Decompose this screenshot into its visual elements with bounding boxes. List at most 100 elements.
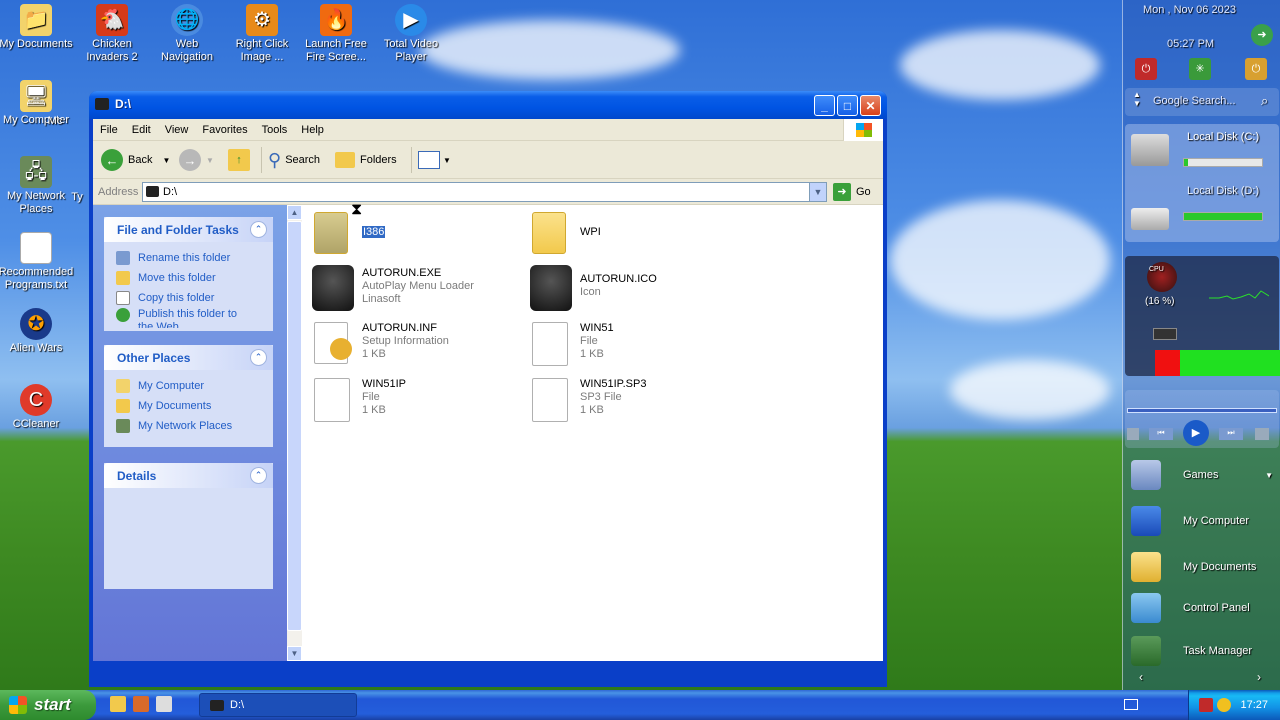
file-item-win51ip-sp3[interactable]: WIN51IP.SP3 SP3 File 1 KB xyxy=(530,376,740,426)
menu-file[interactable]: File xyxy=(93,119,125,138)
other-places-header[interactable]: Other Places ⌃ xyxy=(104,345,273,370)
desktop-icon-chicken-invaders[interactable]: 🐔 Chicken Invaders 2 xyxy=(74,4,150,64)
desktop-icon-right-click-image[interactable]: ⚙ Right Click Image ... xyxy=(224,4,300,64)
file-item-win51ip[interactable]: WIN51IP File 1 KB xyxy=(312,376,522,426)
power-icon[interactable]: ⏻ xyxy=(1135,58,1157,80)
taskbar-window-button[interactable]: D:\ xyxy=(199,693,357,717)
playlist-icon[interactable] xyxy=(1255,428,1269,440)
back-button[interactable]: ← Back ▼ xyxy=(101,147,170,173)
task-label: My Documents xyxy=(138,400,212,412)
autoplay-app-icon xyxy=(312,265,354,311)
file-item-autorun-ico[interactable]: AUTORUN.ICO Icon xyxy=(530,265,740,315)
folders-button[interactable]: Folders xyxy=(335,147,397,173)
file-folder-tasks-header[interactable]: File and Folder Tasks ⌃ xyxy=(104,217,273,242)
play-icon[interactable]: ▶ xyxy=(1183,420,1209,446)
restart-icon[interactable]: ✳ xyxy=(1189,58,1211,80)
file-item-win51[interactable]: WIN51 File 1 KB xyxy=(530,320,740,370)
views-button[interactable]: ▼ xyxy=(411,147,451,173)
drive-icon xyxy=(146,186,159,197)
previous-icon[interactable]: ⏮ xyxy=(1149,428,1173,440)
ram-usage-bar xyxy=(1155,350,1280,376)
seek-bar[interactable] xyxy=(1127,408,1277,413)
sidebar-link-my-computer[interactable]: My Computer xyxy=(1131,501,1277,541)
details-header[interactable]: Details ⌃ xyxy=(104,463,273,488)
arrow-right-icon[interactable]: ➜ xyxy=(1251,24,1273,46)
file-type: SP3 File xyxy=(580,391,622,403)
go-button[interactable]: ➜ Go xyxy=(833,183,871,201)
publish-folder-link[interactable]: Publish this folder to the Web xyxy=(116,308,273,328)
menu-tools[interactable]: Tools xyxy=(255,119,295,138)
sidebar-link-task-manager[interactable]: Task Manager xyxy=(1131,631,1277,671)
address-dropdown-button[interactable]: ▼ xyxy=(809,183,826,201)
desktop-icon-web-navigation[interactable]: 🌐 Web Navigation xyxy=(149,4,225,64)
desktop-icon-total-video-player[interactable]: ▶ Total Video Player xyxy=(373,4,449,64)
desktop-icon-recommended-programs[interactable]: Recommended Programs.txt xyxy=(0,232,74,292)
sidebar: Mon , Nov 06 2023 05:27 PM ➜ ⏻ ✳ ⏻ ▲ ▼ Go… xyxy=(1122,0,1280,690)
scroll-left-icon[interactable]: ‹ xyxy=(1139,670,1143,684)
quicklaunch-folder-icon[interactable] xyxy=(110,696,126,712)
maximize-button[interactable]: □ xyxy=(837,95,858,116)
rename-folder-link[interactable]: Rename this folder xyxy=(116,248,273,268)
desktop-icon-label: Web Navigation xyxy=(161,38,213,63)
sidebar-link-my-documents[interactable]: My Documents xyxy=(1131,547,1277,587)
file-name: I386 xyxy=(362,226,386,238)
file-item-wpi[interactable]: WPI xyxy=(530,210,740,260)
forward-button[interactable]: → ▼ xyxy=(179,147,214,173)
disk-c-usage-bar xyxy=(1183,158,1263,167)
address-input[interactable]: D:\ ▼ xyxy=(142,182,827,202)
messenger-icon[interactable] xyxy=(1217,698,1231,712)
updown-icon[interactable]: ▲ ▼ xyxy=(1133,90,1141,108)
move-folder-link[interactable]: Move this folder xyxy=(116,268,273,288)
other-places-my-computer[interactable]: My Computer xyxy=(116,376,273,396)
sidebar-link-control-panel[interactable]: Control Panel xyxy=(1131,588,1277,628)
security-icon[interactable] xyxy=(1199,698,1213,712)
other-places-my-network-places[interactable]: My Network Places xyxy=(116,416,273,436)
vertical-scrollbar[interactable]: ▲ ▼ xyxy=(287,205,302,661)
title-bar[interactable]: D:\ _ □ ✕ xyxy=(89,91,887,119)
desktop-icon-my-documents[interactable]: 📁 My Documents xyxy=(0,4,74,51)
quicklaunch-app-icon[interactable] xyxy=(133,696,149,712)
collapse-icon[interactable]: ⌃ xyxy=(250,221,267,238)
file-item-autorun-exe[interactable]: AUTORUN.EXE AutoPlay Menu Loader Linasof… xyxy=(312,265,522,315)
scroll-right-icon[interactable]: › xyxy=(1257,670,1261,684)
google-search-box[interactable]: ▲ ▼ Google Search... ⌕ xyxy=(1125,88,1279,116)
desktop-icon-ccleaner[interactable]: C CCleaner xyxy=(0,384,74,431)
task-label: My Computer xyxy=(138,380,205,392)
file-item-i386[interactable]: I386 xyxy=(312,210,522,260)
collapse-icon[interactable]: ⌃ xyxy=(250,467,267,484)
gear-icon: ⚙ xyxy=(246,4,278,36)
menu-favorites[interactable]: Favorites xyxy=(195,119,254,138)
start-button[interactable]: start xyxy=(0,690,96,720)
copy-folder-link[interactable]: Copy this folder xyxy=(116,288,273,308)
desktop-icon-alien-wars[interactable]: ✪ Alien Wars xyxy=(0,308,74,355)
close-button[interactable]: ✕ xyxy=(860,95,881,116)
task-manager-icon xyxy=(1131,636,1161,666)
search-button[interactable]: ⚲ Search xyxy=(261,147,320,173)
menu-help[interactable]: Help xyxy=(294,119,331,138)
desktop-icon-my-network-places[interactable]: 🖧 My Network Places xyxy=(0,156,74,216)
taskbar-window-label: D:\ xyxy=(230,699,245,711)
stop-icon[interactable] xyxy=(1127,428,1139,440)
sidebar-link-games[interactable]: Games ▼ xyxy=(1131,455,1277,495)
keyboard-icon[interactable] xyxy=(1124,699,1138,710)
desktop-icon-free-fire[interactable]: 🔥 Launch Free Fire Scree... xyxy=(298,4,374,64)
up-button[interactable]: ↑ xyxy=(228,147,250,173)
minimize-button[interactable]: _ xyxy=(814,95,835,116)
chevron-down-icon[interactable]: ▼ xyxy=(1265,471,1273,480)
chevron-down-icon[interactable]: ▼ xyxy=(162,156,170,165)
menu-edit[interactable]: Edit xyxy=(125,119,158,138)
quicklaunch-settings-icon[interactable] xyxy=(156,696,172,712)
search-icon[interactable]: ⌕ xyxy=(1261,93,1268,109)
other-places-my-documents[interactable]: My Documents xyxy=(116,396,273,416)
menu-view[interactable]: View xyxy=(158,119,196,138)
collapse-icon[interactable]: ⌃ xyxy=(250,349,267,366)
scroll-thumb[interactable] xyxy=(287,221,302,631)
scroll-up-button[interactable]: ▲ xyxy=(287,205,302,220)
windows-logo-icon xyxy=(9,696,27,714)
logoff-icon[interactable]: ⏻ xyxy=(1245,58,1267,80)
next-icon[interactable]: ⏭ xyxy=(1219,428,1243,440)
search-input[interactable]: Google Search... xyxy=(1153,95,1236,107)
file-item-autorun-inf[interactable]: AUTORUN.INF Setup Information 1 KB xyxy=(312,320,522,370)
folder-icon xyxy=(312,210,354,256)
scroll-down-button[interactable]: ▼ xyxy=(287,646,302,661)
